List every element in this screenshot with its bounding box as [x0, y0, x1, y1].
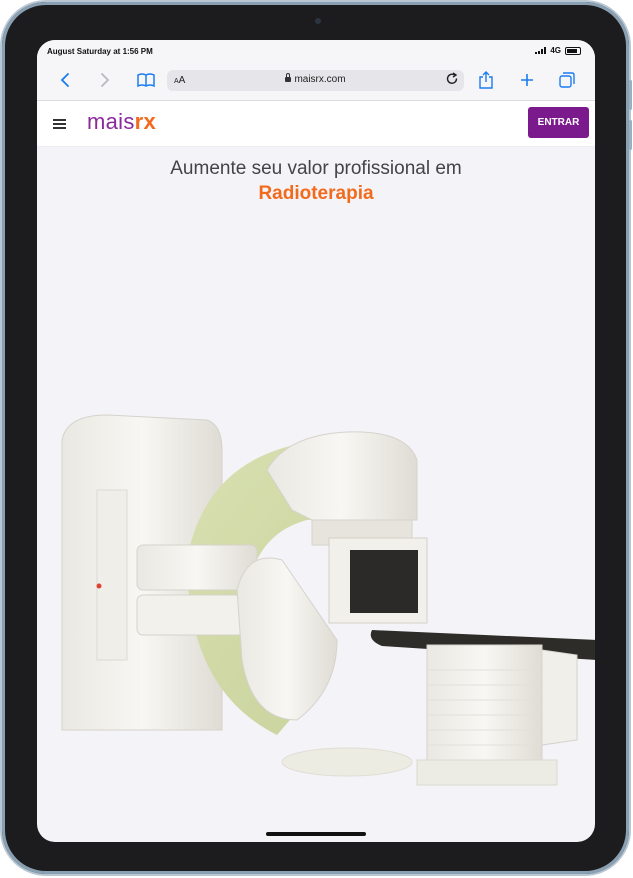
maisrx-logo[interactable]: maisrx — [87, 109, 156, 135]
back-icon[interactable] — [55, 70, 75, 90]
browser-toolbar: AA maisrx.com — [37, 62, 595, 101]
lock-icon — [285, 73, 292, 82]
share-icon[interactable] — [476, 70, 496, 90]
status-time: August Saturday at 1:56 PM — [47, 47, 153, 56]
signal-icon — [535, 47, 547, 54]
site-header: maisrx ENTRAR — [37, 101, 595, 147]
url-bar[interactable]: AA maisrx.com — [167, 70, 464, 91]
reload-icon[interactable] — [445, 72, 459, 91]
front-camera — [315, 18, 321, 24]
home-indicator — [266, 832, 366, 836]
hero-highlight: Radioterapia — [258, 183, 374, 204]
battery-icon — [565, 46, 581, 55]
forward-icon[interactable] — [95, 70, 115, 90]
volume-button — [629, 80, 632, 110]
volume-button — [629, 120, 632, 150]
login-button[interactable]: ENTRAR — [528, 107, 589, 138]
screen: August Saturday at 1:56 PM 4G AA maisrx.… — [37, 40, 595, 842]
url-text: maisrx.com — [294, 74, 346, 85]
network-label: 4G — [550, 46, 561, 55]
tabs-icon[interactable] — [557, 70, 577, 90]
status-right: 4G — [535, 46, 581, 55]
radiotherapy-machine-image — [61, 414, 595, 786]
new-tab-icon[interactable] — [517, 70, 537, 90]
bookmarks-icon[interactable] — [136, 70, 156, 90]
url-display: maisrx.com — [167, 73, 464, 85]
hero-headline: Aumente seu valor profissional em — [170, 158, 462, 179]
menu-icon[interactable] — [53, 119, 66, 129]
status-bar: August Saturday at 1:56 PM 4G — [37, 40, 595, 62]
